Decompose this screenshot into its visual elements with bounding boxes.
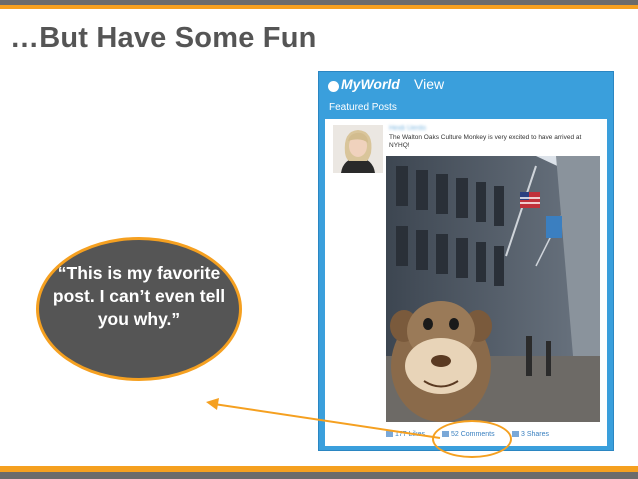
bottom-banner: [0, 466, 638, 479]
callout-arrow: [206, 398, 441, 439]
bottom-grey-stripe: [0, 472, 638, 479]
callout-quote: “This is my favorite post. I can’t even …: [52, 263, 226, 329]
